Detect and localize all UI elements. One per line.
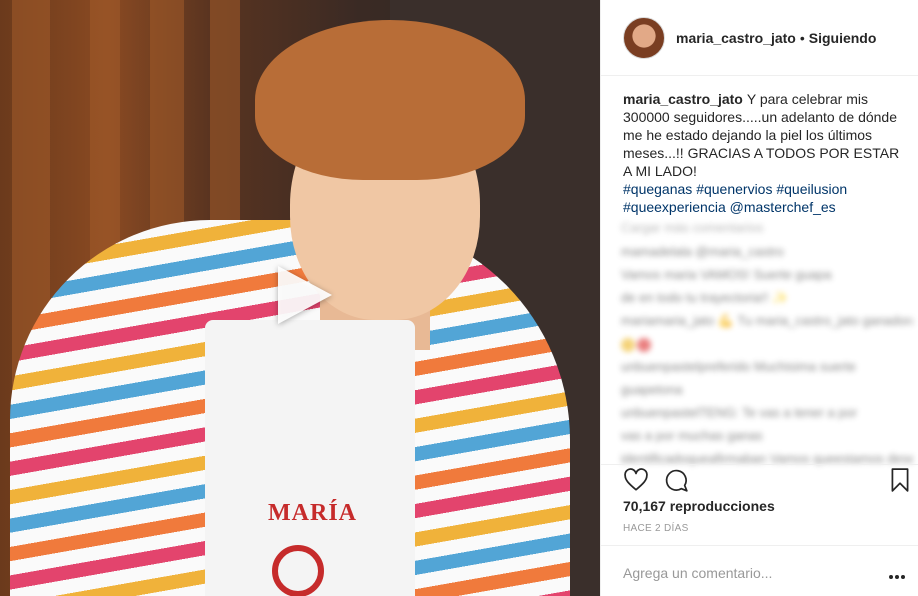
action-bar <box>601 464 918 494</box>
comment-row: unbuenpastelTENG: Te vas a tener a por <box>621 405 858 420</box>
hashtag-list: #queganas #quenervios #queilusion #queex… <box>623 180 908 216</box>
hashtag-link[interactable]: #queganas <box>623 181 692 197</box>
mention-link[interactable]: @masterchef_es <box>730 199 836 215</box>
person-hair <box>255 20 525 180</box>
comment-row: mariamaria_jato 💪 Tu maria_castro_jato g… <box>621 313 913 328</box>
view-count[interactable]: 70,167 reproducciones <box>623 498 775 514</box>
comment-row: de en todo tu trayectoria!! ✨ <box>621 290 789 305</box>
separator-dot: • <box>799 30 805 46</box>
load-more-comments[interactable]: Cargar más comentarios <box>621 220 913 235</box>
comment-row: unbuenpastelpreferido Muchisima suerte <box>621 359 856 374</box>
emoji-icon <box>637 337 651 352</box>
masterchef-logo <box>272 545 324 596</box>
comment-emoji-row <box>621 335 913 352</box>
comment-row: mamadelala @maria_castro <box>621 244 784 259</box>
comment-list: Cargar más comentarios mamadelala @maria… <box>621 220 913 466</box>
hashtag-link[interactable]: #queilusion <box>776 181 847 197</box>
following-button[interactable]: Siguiendo <box>809 30 877 46</box>
post-header: maria_castro_jato • Siguiendo <box>601 0 918 76</box>
more-icon[interactable] <box>889 566 909 579</box>
post-caption: maria_castro_jato Y para celebrar mis 300… <box>623 90 908 216</box>
apron-name: MARÍA <box>268 500 357 526</box>
comment-row: vas a por muchas ganas <box>621 428 763 443</box>
comment-icon[interactable] <box>663 467 689 493</box>
hashtag-link[interactable]: #quenervios <box>696 181 772 197</box>
comment-form <box>601 545 918 596</box>
avatar[interactable] <box>623 17 665 59</box>
post-sidebar: maria_castro_jato • Siguiendo maria_castro… <box>600 0 918 596</box>
bookmark-icon[interactable] <box>887 467 913 493</box>
username-link[interactable]: maria_castro_jato <box>676 30 796 46</box>
caption-username[interactable]: maria_castro_jato <box>623 91 743 107</box>
comment-input[interactable] <box>623 562 863 584</box>
post-timestamp[interactable]: HACE 2 DÍAS <box>623 523 689 534</box>
comment-row: guapetona <box>621 382 683 397</box>
hashtag-link[interactable]: #queexperiencia <box>623 199 726 215</box>
comment-row: Vamos maria VAMOS! Suerte guapa <box>621 267 832 282</box>
post-media[interactable]: MARÍA <box>0 0 600 596</box>
play-icon[interactable] <box>270 262 336 328</box>
header-line: maria_castro_jato • Siguiendo <box>676 30 876 46</box>
emoji-icon <box>621 337 635 352</box>
heart-icon[interactable] <box>623 467 649 493</box>
